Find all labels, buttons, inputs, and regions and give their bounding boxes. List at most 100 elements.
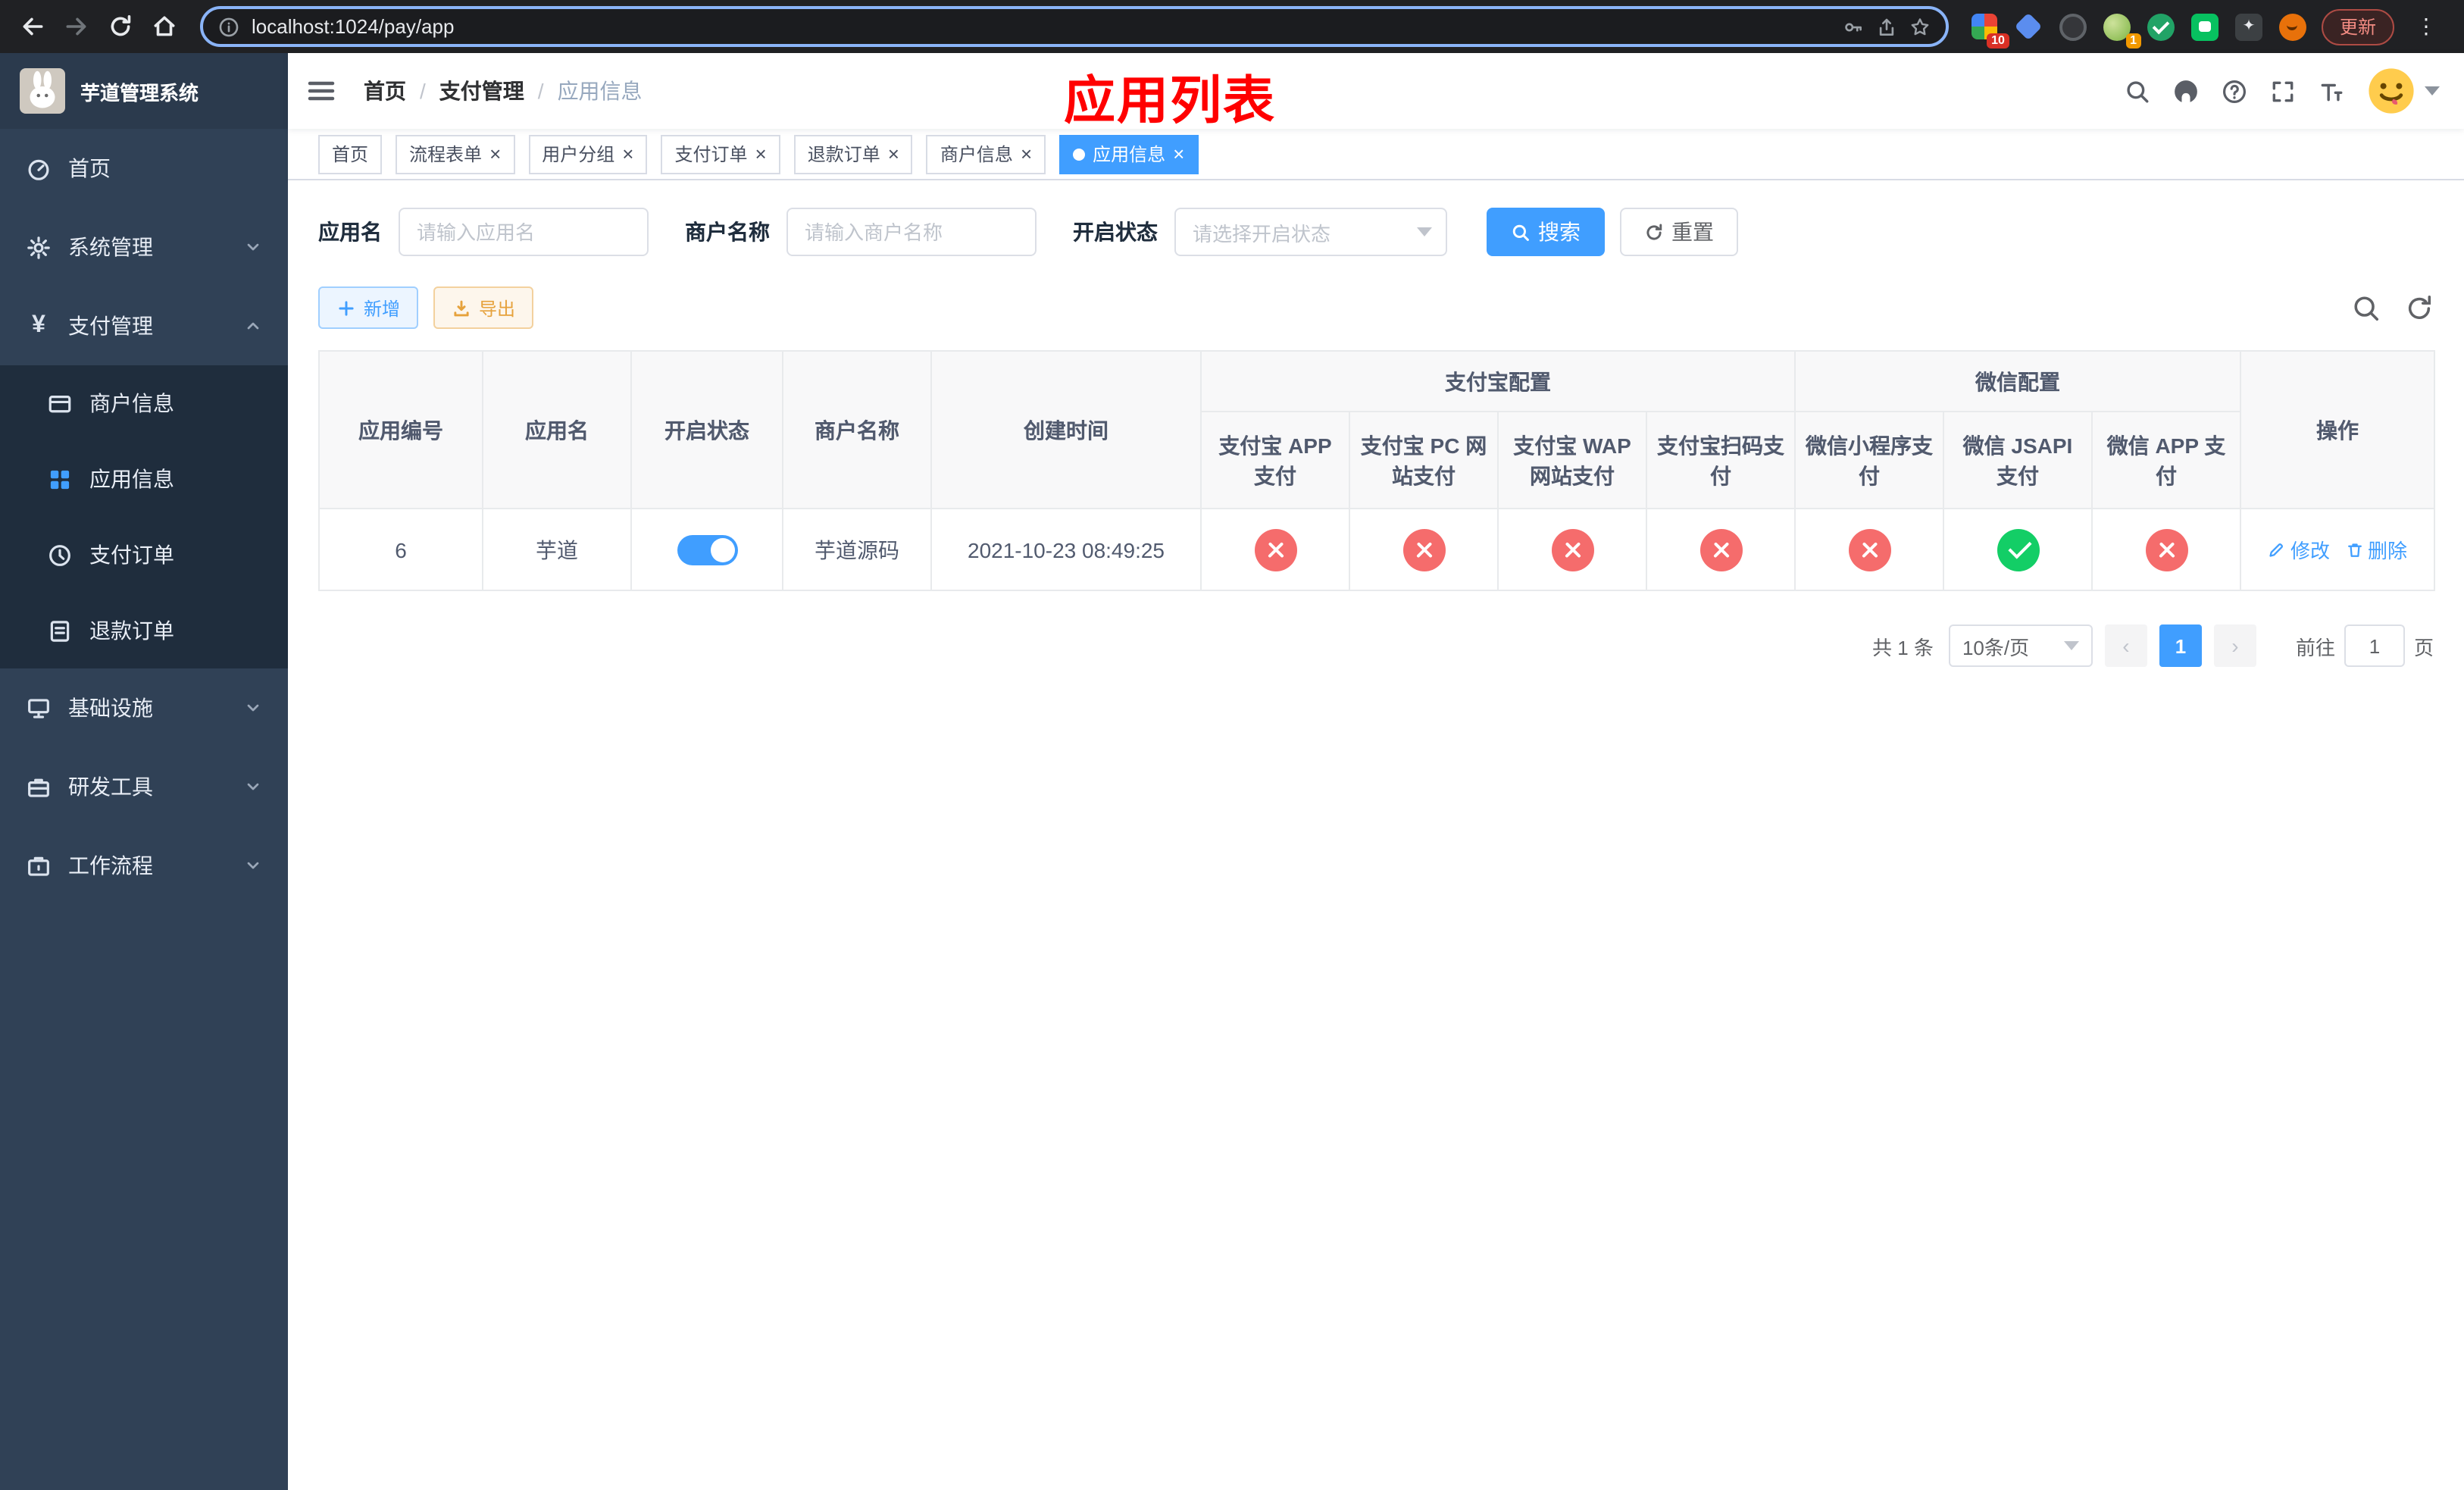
extension-gem-icon[interactable] bbox=[2014, 11, 2044, 42]
page-size-select[interactable]: 10条/页 bbox=[1948, 624, 2093, 667]
col-header-alipay-app: 支付宝 APP 支付 bbox=[1200, 411, 1350, 509]
password-key-icon[interactable] bbox=[1843, 16, 1864, 37]
browser-window: localhost:1024/pay/app 10 1 ✦ 更新 ⋮ 芋道管理系… bbox=[0, 0, 2464, 1490]
url-text[interactable]: localhost:1024/pay/app bbox=[252, 15, 454, 38]
card-icon bbox=[47, 390, 73, 416]
tab-merchant-info[interactable]: 商户信息 bbox=[926, 134, 1046, 174]
sidebar-item-system[interactable]: 系统管理 bbox=[0, 208, 288, 286]
col-header-wechat-jsapi: 微信 JSAPI 支付 bbox=[1943, 411, 2093, 509]
share-icon[interactable] bbox=[1876, 16, 1897, 37]
sidebar-item-label: 商户信息 bbox=[89, 391, 174, 415]
extension-pinwheel-icon[interactable]: ✦ bbox=[2234, 11, 2264, 42]
app-logo[interactable]: 芋道管理系统 bbox=[0, 53, 288, 129]
col-header-wechat-app: 微信 APP 支付 bbox=[2091, 411, 2241, 509]
briefcase-icon bbox=[26, 853, 52, 878]
sidebar-item-dev-tools[interactable]: 研发工具 bbox=[0, 747, 288, 826]
sidebar-item-infrastructure[interactable]: 基础设施 bbox=[0, 668, 288, 747]
home-icon[interactable] bbox=[144, 6, 185, 47]
refresh-icon[interactable] bbox=[2405, 293, 2434, 322]
current-page-button[interactable]: 1 bbox=[2159, 624, 2202, 667]
sidebar-item-payment[interactable]: ¥ 支付管理 bbox=[0, 286, 288, 365]
sidebar-item-label: 研发工具 bbox=[68, 775, 153, 799]
bookmark-star-icon[interactable] bbox=[1909, 16, 1931, 37]
sidebar-item-payment-orders[interactable]: 支付订单 bbox=[0, 517, 288, 593]
export-button[interactable]: 导出 bbox=[433, 286, 534, 329]
search-icon[interactable] bbox=[2125, 78, 2150, 104]
back-icon[interactable] bbox=[12, 6, 53, 47]
close-icon[interactable] bbox=[1173, 144, 1184, 164]
user-avatar[interactable] bbox=[2367, 67, 2440, 115]
close-icon[interactable] bbox=[489, 144, 501, 164]
extension-dark-circle-icon[interactable] bbox=[2058, 11, 2088, 42]
extension-green-square-icon[interactable] bbox=[2190, 11, 2220, 42]
chevron-down-icon bbox=[244, 699, 262, 717]
extension-avatar-icon[interactable]: 1 bbox=[2102, 11, 2141, 48]
font-size-icon[interactable] bbox=[2319, 78, 2344, 104]
add-button[interactable]: 新增 bbox=[318, 286, 419, 329]
next-page-button[interactable]: › bbox=[2213, 624, 2256, 667]
tab-refund-orders[interactable]: 退款订单 bbox=[793, 134, 913, 174]
browser-menu-icon[interactable]: ⋮ bbox=[2408, 14, 2446, 39]
cell-actions: 修改 删除 bbox=[2240, 508, 2435, 591]
tab-process-form[interactable]: 流程表单 bbox=[396, 134, 515, 174]
hamburger-icon[interactable] bbox=[306, 76, 336, 106]
site-info-icon[interactable] bbox=[218, 16, 239, 37]
sidebar-item-label: 应用信息 bbox=[89, 467, 174, 491]
tab-user-group[interactable]: 用户分组 bbox=[528, 134, 648, 174]
help-icon[interactable] bbox=[2222, 78, 2247, 104]
extension-face-icon[interactable] bbox=[2278, 11, 2308, 42]
tab-app-info[interactable]: 应用信息 bbox=[1059, 134, 1199, 174]
navbar-actions bbox=[2125, 67, 2440, 115]
grid-icon bbox=[47, 466, 73, 492]
close-icon[interactable] bbox=[888, 144, 899, 164]
github-icon[interactable] bbox=[2173, 78, 2199, 104]
extension-badge: 10 bbox=[1987, 33, 2009, 48]
sidebar-item-home[interactable]: 首页 bbox=[0, 129, 288, 208]
app-name-input[interactable] bbox=[399, 208, 649, 256]
toggle-search-icon[interactable] bbox=[2352, 293, 2381, 322]
forward-icon[interactable] bbox=[56, 6, 97, 47]
tab-payment-orders[interactable]: 支付订单 bbox=[661, 134, 780, 174]
extension-grid-icon[interactable]: 10 bbox=[1970, 11, 2009, 48]
tab-home[interactable]: 首页 bbox=[318, 134, 383, 174]
cell-created: 2021-10-23 08:49:25 bbox=[930, 508, 1202, 591]
sidebar-item-workflow[interactable]: 工作流程 bbox=[0, 826, 288, 905]
extension-green-circle-icon[interactable] bbox=[2146, 11, 2176, 42]
col-header-actions: 操作 bbox=[2240, 350, 2435, 509]
sidebar-item-refund-orders[interactable]: 退款订单 bbox=[0, 593, 288, 668]
goto-page-input[interactable] bbox=[2344, 624, 2405, 667]
status-toggle[interactable] bbox=[677, 534, 737, 565]
fullscreen-icon[interactable] bbox=[2270, 78, 2296, 104]
breadcrumb-payment[interactable]: 支付管理 bbox=[406, 76, 524, 106]
delete-button[interactable]: 删除 bbox=[2345, 535, 2407, 564]
search-button[interactable]: 搜索 bbox=[1487, 208, 1605, 256]
col-group-alipay-config: 支付宝配置 bbox=[1200, 350, 1796, 412]
breadcrumb-home[interactable]: 首页 bbox=[364, 76, 406, 106]
browser-chrome: localhost:1024/pay/app 10 1 ✦ 更新 ⋮ bbox=[0, 0, 2464, 53]
extension-badge-2: 1 bbox=[2125, 33, 2141, 48]
col-header-wechat-mini: 微信小程序支付 bbox=[1794, 411, 1944, 509]
table-row: 6 芋道 芋道源码 2021-10-23 08:49:25 修改 删除 bbox=[318, 508, 2435, 591]
close-icon[interactable] bbox=[1021, 144, 1032, 164]
chevron-down-icon bbox=[244, 778, 262, 796]
edit-button[interactable]: 修改 bbox=[2268, 535, 2330, 564]
reload-icon[interactable] bbox=[100, 6, 141, 47]
gear-icon bbox=[26, 234, 52, 260]
sidebar-item-merchant-info[interactable]: 商户信息 bbox=[0, 365, 288, 441]
col-header-app-name: 应用名 bbox=[482, 350, 632, 509]
document-icon bbox=[47, 618, 73, 643]
pagination: 共 1 条 10条/页 ‹ 1 › 前往 页 bbox=[318, 624, 2434, 667]
address-bar[interactable]: localhost:1024/pay/app bbox=[200, 6, 1949, 47]
reset-button[interactable]: 重置 bbox=[1620, 208, 1738, 256]
status-select[interactable]: 请选择开启状态 bbox=[1174, 208, 1447, 256]
sidebar-item-app-info[interactable]: 应用信息 bbox=[0, 441, 288, 517]
sidebar-item-label: 支付管理 bbox=[68, 314, 153, 338]
prev-page-button[interactable]: ‹ bbox=[2104, 624, 2147, 667]
apps-table: 应用编号 应用名 开启状态 商户名称 创建时间 支付宝配置 微信配置 操作 支付… bbox=[318, 350, 2435, 591]
close-icon[interactable] bbox=[755, 144, 767, 164]
sidebar: 芋道管理系统 首页 系统管理 ¥ 支付管理 商户信息 应用信息 支付订单 退款订… bbox=[0, 53, 288, 1490]
merchant-name-input[interactable] bbox=[786, 208, 1037, 256]
close-icon[interactable] bbox=[622, 144, 633, 164]
chrome-update-button[interactable]: 更新 bbox=[2321, 8, 2394, 45]
alipay-qr-status-icon bbox=[1699, 528, 1742, 571]
